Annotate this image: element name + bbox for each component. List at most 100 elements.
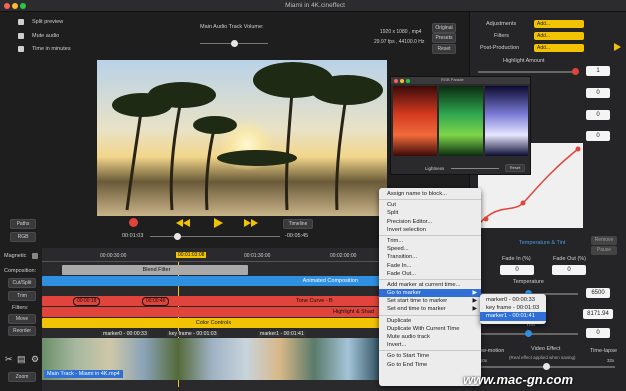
reorder-button[interactable]: Reorder — [8, 326, 36, 336]
menu-set-end-time[interactable]: Set end time to marker ▶ — [379, 305, 481, 313]
rewind-button[interactable] — [176, 219, 190, 227]
menu-go-to-end[interactable]: Go to End Time — [379, 361, 481, 369]
submenu-key-frame[interactable]: key frame - 00:01:03 — [480, 304, 546, 312]
fade-in-field[interactable]: 0 — [500, 265, 534, 275]
menu-set-start-time[interactable]: Set start time to marker ▶ — [379, 297, 481, 305]
highlight-amount-slider[interactable] — [478, 68, 579, 75]
menu-invert-selection[interactable]: Invert selection — [379, 226, 481, 234]
parade-min-icon[interactable] — [400, 78, 404, 83]
marker-1[interactable]: marker1 - 00:01:41 — [258, 331, 306, 337]
menu-duplicate-current-time[interactable]: Duplicate With Current Time — [379, 325, 481, 333]
mute-audio-checkbox[interactable] — [18, 33, 24, 39]
parade-zoom-icon[interactable] — [406, 78, 410, 83]
rgb-button[interactable]: RGB — [10, 232, 36, 242]
value-field-3[interactable]: 0 — [586, 110, 610, 120]
blend-filter-track[interactable]: Blend Filter — [62, 265, 248, 275]
marker-a-badge[interactable]: 00:00:18 — [73, 297, 101, 306]
menu-go-to-marker[interactable]: Go to marker ▶ — [379, 289, 481, 298]
zoom-timeline-button[interactable]: Zoom — [8, 372, 36, 382]
highlight-shadow-track[interactable]: Highlight & Shad — [42, 307, 382, 317]
animated-composition-track[interactable]: Animated Composition — [42, 276, 382, 286]
marker-key-frame[interactable]: key frame - 00:01:03 — [167, 331, 219, 337]
parade-reset-button[interactable]: Reset — [505, 164, 525, 172]
current-time: 00:01:03 — [122, 233, 144, 239]
tint-value-field[interactable]: 0 — [586, 328, 610, 338]
temperature-field[interactable]: 6500 — [586, 288, 610, 298]
pause-button[interactable]: Pause — [591, 246, 617, 255]
marker-b-badge[interactable]: 00:00:46 — [142, 297, 170, 306]
original-button[interactable]: Original — [432, 23, 456, 33]
value-field-2[interactable]: 0 — [586, 88, 610, 98]
time-in-minutes-option[interactable]: Time in minutes — [18, 46, 71, 52]
cut-split-button[interactable]: Cut/Split — [8, 278, 36, 288]
tint-field[interactable]: 8171.94 — [583, 309, 613, 319]
presets-button[interactable]: Presets — [432, 33, 456, 43]
filters-dropdown[interactable]: Add... — [534, 32, 584, 40]
zoom-button[interactable] — [20, 3, 26, 9]
tint-slider[interactable] — [478, 330, 578, 337]
film-icon[interactable]: ▤ — [17, 354, 26, 365]
split-preview-checkbox[interactable] — [18, 19, 24, 25]
menu-go-to-start[interactable]: Go to Start Time — [379, 352, 481, 360]
post-production-dropdown[interactable]: Add... — [534, 44, 584, 52]
post-production-label: Post-Production — [480, 45, 520, 51]
mute-audio-option[interactable]: Mute audio — [18, 33, 59, 39]
fast-forward-button[interactable] — [244, 219, 258, 227]
parade-green — [439, 86, 483, 156]
adjustments-dropdown[interactable]: Add... — [534, 20, 584, 28]
menu-split[interactable]: Split — [379, 209, 481, 217]
menu-trim[interactable]: Trim... — [379, 237, 481, 245]
speed-knob[interactable] — [543, 363, 550, 370]
remove-button[interactable]: Remove — [591, 236, 617, 245]
highlight-amount-knob[interactable] — [572, 68, 579, 75]
rewind-icon — [176, 219, 190, 227]
tint-knob[interactable] — [525, 330, 532, 337]
reset-button[interactable]: Reset — [432, 44, 456, 54]
context-menu: Assign name to block... Cut Split Precis… — [379, 188, 481, 386]
menu-speed[interactable]: Speed... — [379, 245, 481, 253]
speed-slider[interactable] — [480, 363, 615, 370]
rgb-parade-window[interactable]: RGB Parade Lightness Reset — [390, 76, 531, 175]
main-track[interactable]: Main Track - Miami in 4K.mp4 — [42, 338, 382, 380]
menu-transition[interactable]: Transition... — [379, 253, 481, 261]
menu-fade-out[interactable]: Fade Out... — [379, 270, 481, 278]
marker-0[interactable]: marker0 - 00:00:33 — [101, 331, 149, 337]
play-arrow-icon[interactable] — [614, 43, 621, 51]
menu-assign-name[interactable]: Assign name to block... — [379, 190, 481, 198]
time-in-minutes-checkbox[interactable] — [18, 46, 24, 52]
parade-close-icon[interactable] — [394, 78, 398, 83]
menu-cut[interactable]: Cut — [379, 201, 481, 209]
menu-precision-editor[interactable]: Precision Editor... — [379, 218, 481, 226]
gear-icon[interactable]: ⚙ — [31, 354, 39, 365]
timeline-button[interactable]: Timeline — [283, 219, 313, 229]
value-field-1[interactable]: 1 — [586, 66, 610, 76]
move-button[interactable]: Move — [8, 314, 36, 324]
audio-volume-slider[interactable] — [200, 40, 268, 47]
record-button[interactable] — [129, 218, 138, 227]
scrub-slider[interactable] — [150, 233, 280, 240]
minimize-button[interactable] — [12, 3, 18, 9]
audio-volume-knob[interactable] — [231, 40, 238, 47]
menu-mute-audio-track[interactable]: Mute audio track — [379, 333, 481, 341]
submenu-marker1[interactable]: marker1 - 00:01:41 — [480, 312, 546, 321]
lightness-slider[interactable] — [451, 168, 499, 169]
menu-duplicate[interactable]: Duplicate — [379, 317, 481, 325]
tone-curve-track[interactable]: 00:00:18 00:00:46 Tone Curve - B — [42, 296, 382, 306]
scrub-knob[interactable] — [174, 233, 181, 240]
menu-add-marker[interactable]: Add marker at current time... — [379, 281, 481, 289]
trim-button[interactable]: Trim — [8, 291, 36, 301]
video-preview[interactable] — [97, 60, 387, 216]
menu-invert[interactable]: Invert... — [379, 341, 481, 349]
split-preview-option[interactable]: Split preview — [18, 19, 63, 25]
paths-button[interactable]: Paths — [10, 219, 36, 229]
submenu-marker0[interactable]: marker0 - 00:00:33 — [480, 296, 546, 304]
ruler-tick-current[interactable]: 00:01:03:08 — [176, 252, 207, 258]
close-button[interactable] — [4, 3, 10, 9]
play-button[interactable] — [214, 218, 223, 228]
menu-fade-in[interactable]: Fade In... — [379, 262, 481, 270]
scissors-icon[interactable]: ✂ — [5, 354, 13, 365]
value-field-4[interactable]: 0 — [586, 131, 610, 141]
magnetic-checkbox[interactable] — [32, 253, 38, 259]
color-controls-track[interactable]: Color Controls — [42, 318, 382, 328]
fade-out-field[interactable]: 0 — [552, 265, 586, 275]
